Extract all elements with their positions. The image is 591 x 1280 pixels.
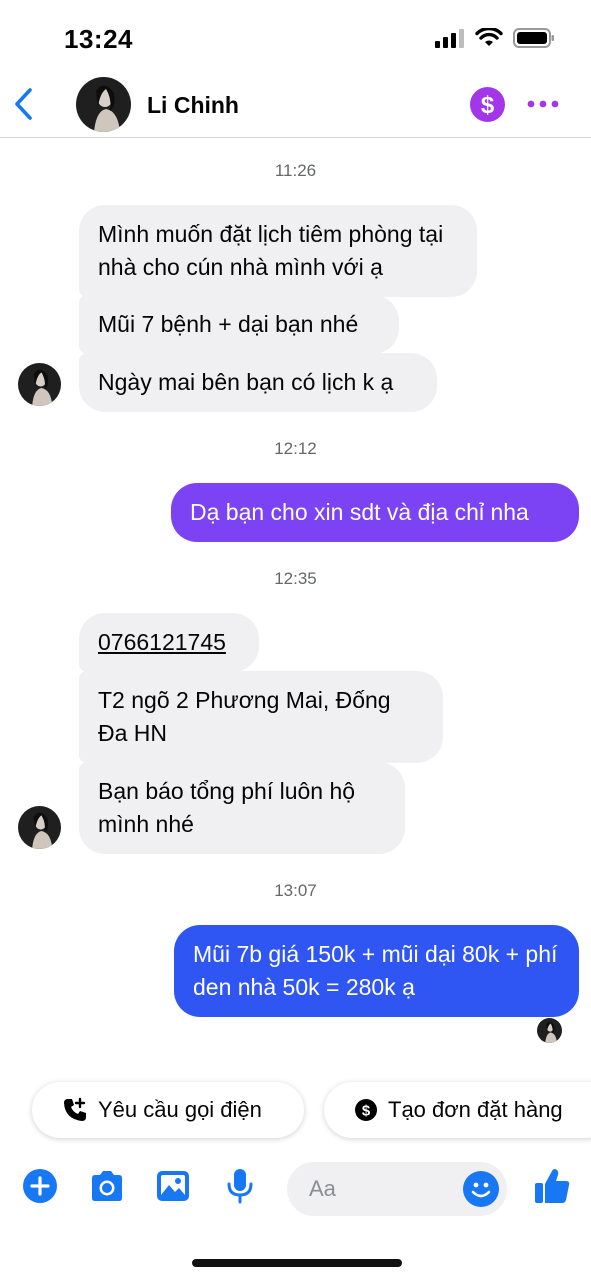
- thumbs-up-icon: [535, 1169, 570, 1203]
- timestamp: 11:26: [274, 161, 317, 180]
- wifi-icon: [475, 28, 503, 46]
- incoming-message[interactable]: Mình muốn đặt lịch tiêm phòng tại nhà ch…: [79, 205, 477, 297]
- gallery-button[interactable]: [155, 1168, 191, 1204]
- battery-icon: [513, 28, 554, 48]
- timestamp: 12:12: [274, 439, 317, 458]
- contact-name[interactable]: Li Chinh: [147, 92, 239, 119]
- profile-photo-icon: [18, 363, 61, 406]
- camera-button[interactable]: [88, 1168, 126, 1204]
- quick-reply-call-request[interactable]: Yêu cầu gọi điện: [32, 1082, 304, 1138]
- back-button[interactable]: [10, 86, 40, 122]
- contact-avatar-small[interactable]: [18, 363, 61, 406]
- incoming-message[interactable]: Mũi 7 bệnh + dại bạn nhé: [79, 295, 399, 354]
- home-indicator: [192, 1259, 402, 1267]
- image-icon: [157, 1171, 189, 1201]
- voice-button[interactable]: [224, 1168, 256, 1204]
- chevron-left-icon: [15, 88, 32, 120]
- status-bar: 13:24: [0, 0, 591, 72]
- camera-icon: [92, 1171, 122, 1201]
- incoming-message[interactable]: Bạn báo tổng phí luôn hộ mình nhé: [79, 762, 405, 854]
- quick-reply-label: Tạo đơn đặt hàng: [388, 1097, 563, 1122]
- incoming-message[interactable]: Ngày mai bên bạn có lịch k ạ: [79, 353, 437, 412]
- contact-avatar[interactable]: [76, 77, 131, 132]
- signal-icon: [435, 29, 464, 48]
- timestamp: 12:35: [274, 569, 317, 588]
- more-dots-icon: [527, 100, 559, 108]
- message-input[interactable]: Aa: [287, 1162, 507, 1216]
- add-button[interactable]: [22, 1168, 58, 1204]
- profile-photo-icon: [537, 1018, 562, 1043]
- svg-text:$: $: [362, 1103, 371, 1120]
- dollar-circle-icon: $: [354, 1098, 378, 1122]
- profile-photo-icon: [76, 77, 131, 132]
- seen-indicator-avatar: [537, 1018, 562, 1043]
- status-time: 13:24: [64, 24, 133, 54]
- svg-text:$: $: [481, 92, 495, 119]
- dollar-icon: $: [481, 92, 495, 119]
- profile-photo-icon: [18, 806, 61, 849]
- microphone-icon: [227, 1169, 253, 1204]
- conversation-header: Li Chinh $: [0, 72, 591, 138]
- smiley-icon: [471, 1182, 491, 1198]
- quick-reply-label: Yêu cầu gọi điện: [98, 1097, 262, 1122]
- phone-plus-icon: [62, 1097, 88, 1123]
- more-options-button[interactable]: [526, 94, 560, 114]
- timestamp: 13:07: [274, 881, 317, 900]
- emoji-button[interactable]: [463, 1171, 499, 1207]
- plus-circle-icon: [23, 1169, 57, 1203]
- status-icons: [435, 28, 555, 48]
- like-button[interactable]: [532, 1166, 572, 1206]
- message-input-placeholder: Aa: [309, 1176, 336, 1201]
- outgoing-message[interactable]: Mũi 7b giá 150k + mũi dại 80k + phí den …: [174, 925, 579, 1017]
- phone-number-link[interactable]: 0766121745: [79, 613, 259, 672]
- contact-avatar-small[interactable]: [18, 806, 61, 849]
- outgoing-message[interactable]: Dạ bạn cho xin sdt và địa chỉ nha: [171, 483, 579, 542]
- incoming-message[interactable]: T2 ngõ 2 Phương Mai, Đống Đa HN: [79, 671, 443, 763]
- quick-reply-create-order[interactable]: $ Tạo đơn đặt hàng: [324, 1082, 591, 1138]
- payment-button[interactable]: $: [470, 87, 505, 122]
